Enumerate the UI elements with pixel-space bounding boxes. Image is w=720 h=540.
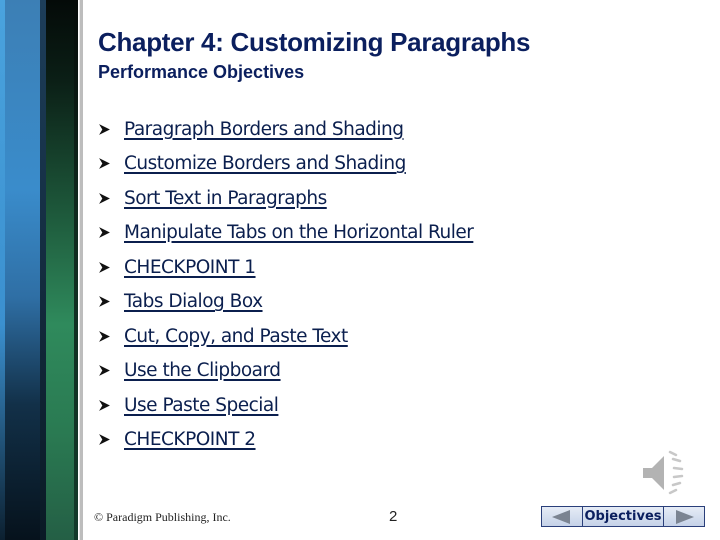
slide-navigation: Objectives: [541, 506, 705, 527]
arrow-bullet-icon: [98, 330, 124, 343]
triangle-right-icon: [676, 509, 694, 524]
list-item: Use the Clipboard: [98, 354, 473, 389]
arrow-bullet-icon: [98, 192, 124, 205]
triangle-left-icon: [552, 509, 570, 524]
speaker-icon[interactable]: [640, 448, 690, 498]
objective-link[interactable]: Tabs Dialog Box: [124, 291, 263, 312]
arrow-bullet-icon: [98, 157, 124, 170]
objective-link[interactable]: Paragraph Borders and Shading: [124, 119, 404, 140]
sidebar-blue-strip: [0, 0, 45, 540]
list-item: Paragraph Borders and Shading: [98, 112, 473, 147]
objective-link[interactable]: Cut, Copy, and Paste Text: [124, 326, 348, 347]
arrow-bullet-icon: [98, 123, 124, 136]
objective-link[interactable]: Manipulate Tabs on the Horizontal Ruler: [124, 222, 474, 243]
list-item: Tabs Dialog Box: [98, 285, 473, 320]
objective-link[interactable]: CHECKPOINT 2: [124, 429, 256, 450]
previous-slide-button[interactable]: [542, 507, 583, 526]
next-slide-button[interactable]: [664, 507, 704, 526]
arrow-bullet-icon: [98, 364, 124, 377]
copyright-text: © Paradigm Publishing, Inc.: [94, 510, 231, 524]
list-item: Use Paste Special: [98, 388, 473, 423]
objective-link[interactable]: Use Paste Special: [124, 395, 279, 416]
list-item: Customize Borders and Shading: [98, 147, 473, 182]
arrow-bullet-icon: [98, 261, 124, 274]
list-item: Cut, Copy, and Paste Text: [98, 319, 473, 354]
objectives-button[interactable]: Objectives: [583, 507, 664, 526]
objectives-list: Paragraph Borders and Shading Customize …: [98, 112, 474, 458]
slide-title: Chapter 4: Customizing Paragraphs: [98, 27, 531, 57]
arrow-bullet-icon: [98, 433, 124, 446]
sidebar-green-edge: [74, 0, 78, 540]
list-item: CHECKPOINT 1: [98, 250, 473, 285]
objective-link[interactable]: Sort Text in Paragraphs: [124, 188, 327, 209]
sidebar-divider: [79, 0, 83, 540]
objective-link[interactable]: CHECKPOINT 1: [124, 257, 256, 278]
slide-subtitle: Performance Objectives: [98, 62, 305, 82]
sidebar-blue-edge: [0, 0, 5, 540]
list-item: Manipulate Tabs on the Horizontal Ruler: [98, 216, 474, 251]
decorative-sidebar: [0, 0, 83, 540]
objective-link[interactable]: Customize Borders and Shading: [124, 153, 406, 174]
page-number: 2: [389, 508, 398, 525]
arrow-bullet-icon: [98, 295, 124, 308]
objective-link[interactable]: Use the Clipboard: [124, 360, 281, 381]
list-item: CHECKPOINT 2: [98, 423, 473, 458]
list-item: Sort Text in Paragraphs: [98, 181, 473, 216]
arrow-bullet-icon: [98, 226, 124, 239]
arrow-bullet-icon: [98, 399, 124, 412]
